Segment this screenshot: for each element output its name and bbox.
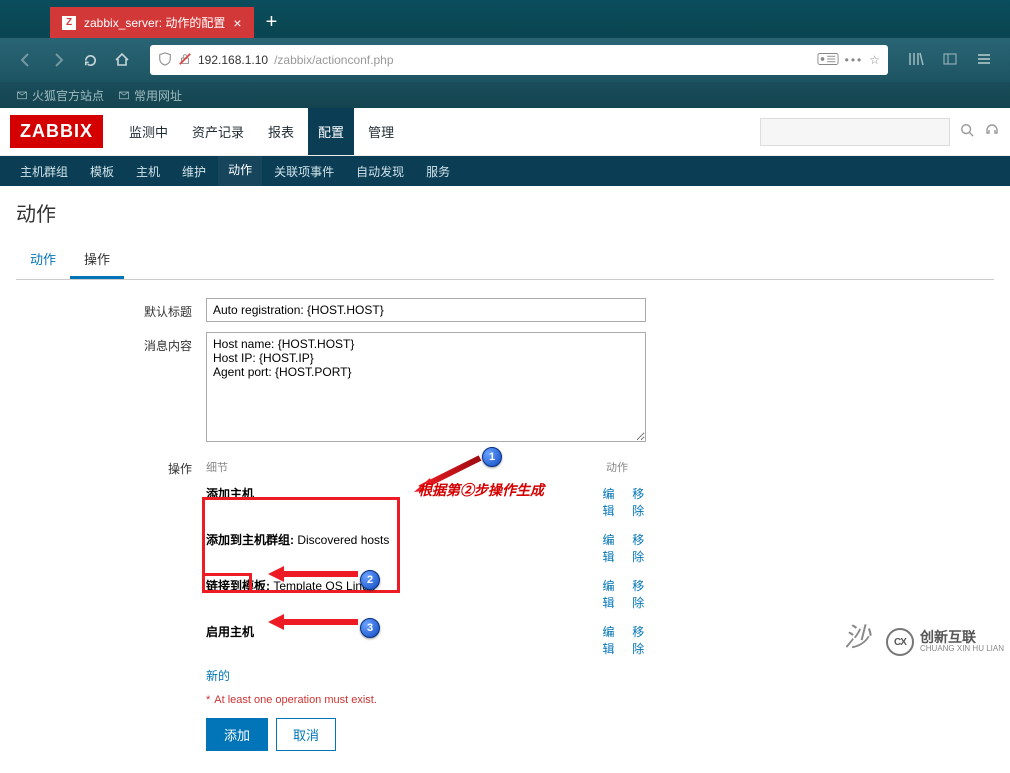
search-input[interactable] [760,118,950,146]
url-path: /zabbix/actionconf.php [274,53,393,67]
annotation-text-1: 根据第②步操作生成 [418,480,544,500]
table-row: 链接到模板: Template OS Linux 编辑移除 [206,571,656,617]
edit-link[interactable]: 编辑 [602,531,626,565]
tab-title: zabbix_server: 动作的配置 [84,14,225,31]
back-button[interactable] [12,46,40,74]
label-subject: 默认标题 [26,298,206,322]
new-tab-button[interactable]: + [254,7,290,38]
header-right [760,118,1000,146]
remove-link[interactable]: 移除 [632,623,656,657]
tab-operations[interactable]: 操作 [70,241,124,279]
page-actions-icon[interactable]: ••• [845,53,864,67]
menu-inventory[interactable]: 资产记录 [182,108,254,155]
sidebar-icon[interactable] [936,51,964,70]
cancel-button[interactable]: 取消 [276,718,336,751]
op-detail: 启用主机 [206,625,254,639]
add-button[interactable]: 添加 [206,718,268,751]
submenu-templates[interactable]: 模板 [80,155,124,188]
watermark-en: CHUANG XIN HU LIAN [920,645,1004,654]
browser-tab[interactable]: Z zabbix_server: 动作的配置 × [50,7,254,38]
main-menu: 监测中 资产记录 报表 配置 管理 [119,108,404,155]
edit-link[interactable]: 编辑 [602,577,626,611]
zabbix-favicon: Z [62,16,76,30]
page-title: 动作 [16,198,994,227]
bookmarks-bar: 火狐官方站点 常用网址 [0,82,1010,108]
remove-link[interactable]: 移除 [632,485,656,519]
home-button[interactable] [108,46,136,74]
zabbix-header: ZABBIX 监测中 资产记录 报表 配置 管理 [0,108,1010,156]
label-message: 消息内容 [26,332,206,445]
watermark-logo-icon: CX [886,628,914,656]
op-detail-value: Discovered hosts [294,533,389,547]
menu-icon[interactable] [970,51,998,70]
watermark: CX 创新互联 CHUANG XIN HU LIAN [886,628,1004,656]
insecure-icon [178,52,192,69]
op-detail-value: Template OS Linux [270,579,375,593]
shield-icon [158,52,172,69]
menu-administration[interactable]: 管理 [358,108,404,155]
remove-link[interactable]: 移除 [632,531,656,565]
required-note: *At least one operation must exist. [206,694,656,706]
ops-col-detail: 细节 [206,459,606,475]
close-icon[interactable]: × [233,15,241,31]
annotation-badge-3: 3 [360,618,380,638]
form: 默认标题 消息内容 操作 细节 动作 添加主机 编辑移除 [16,298,994,751]
annotation-badge-1: 1 [482,447,502,467]
menu-configuration[interactable]: 配置 [308,108,354,155]
subject-input[interactable] [206,298,646,322]
toolbar-right [902,51,998,70]
new-operation-link[interactable]: 新的 [206,663,230,688]
op-detail-prefix: 链接到模板: [206,579,270,593]
tab-action[interactable]: 动作 [16,241,70,279]
reload-button[interactable] [76,46,104,74]
zabbix-logo[interactable]: ZABBIX [10,115,103,148]
library-icon[interactable] [902,51,930,70]
op-detail: 添加主机 [206,487,254,501]
label-operations: 操作 [26,455,206,751]
edit-link[interactable]: 编辑 [602,623,626,657]
url-host: 192.168.1.10 [198,53,268,67]
remove-link[interactable]: 移除 [632,577,656,611]
bookmark-item[interactable]: 常用网址 [118,87,182,104]
browser-toolbar: 192.168.1.10/zabbix/actionconf.php ••• ☆ [0,38,1010,82]
submenu-discovery[interactable]: 自动发现 [346,155,414,188]
reader-icon[interactable] [817,52,839,69]
table-row: 添加到主机群组: Discovered hosts 编辑移除 [206,525,656,571]
search-icon[interactable] [960,123,974,140]
menu-monitoring[interactable]: 监测中 [119,108,178,155]
bookmark-star-icon[interactable]: ☆ [869,53,880,67]
annotation-badge-2: 2 [360,570,380,590]
support-icon[interactable] [984,122,1000,141]
submenu-hostgroups[interactable]: 主机群组 [10,155,78,188]
ops-col-action: 动作 [606,459,628,475]
sub-menu: 主机群组 模板 主机 维护 动作 关联项事件 自动发现 服务 [0,156,1010,186]
address-bar[interactable]: 192.168.1.10/zabbix/actionconf.php ••• ☆ [150,45,888,75]
browser-tab-strip: Z zabbix_server: 动作的配置 × + [0,0,1010,38]
menu-reports[interactable]: 报表 [258,108,304,155]
submenu-services[interactable]: 服务 [416,155,460,188]
forward-button[interactable] [44,46,72,74]
bookmark-item[interactable]: 火狐官方站点 [16,87,104,104]
table-row: 启用主机 编辑移除 [206,617,656,663]
submenu-actions[interactable]: 动作 [218,153,262,189]
submenu-hosts[interactable]: 主机 [126,155,170,188]
watermark-wave: 沙 [844,617,870,654]
edit-link[interactable]: 编辑 [602,485,626,519]
submenu-correlation[interactable]: 关联项事件 [264,155,344,188]
form-tabs: 动作 操作 [16,241,994,280]
watermark-cn: 创新互联 [920,630,1004,645]
submenu-maintenance[interactable]: 维护 [172,155,216,188]
message-textarea[interactable] [206,332,646,442]
op-detail-prefix: 添加到主机群组: [206,533,294,547]
